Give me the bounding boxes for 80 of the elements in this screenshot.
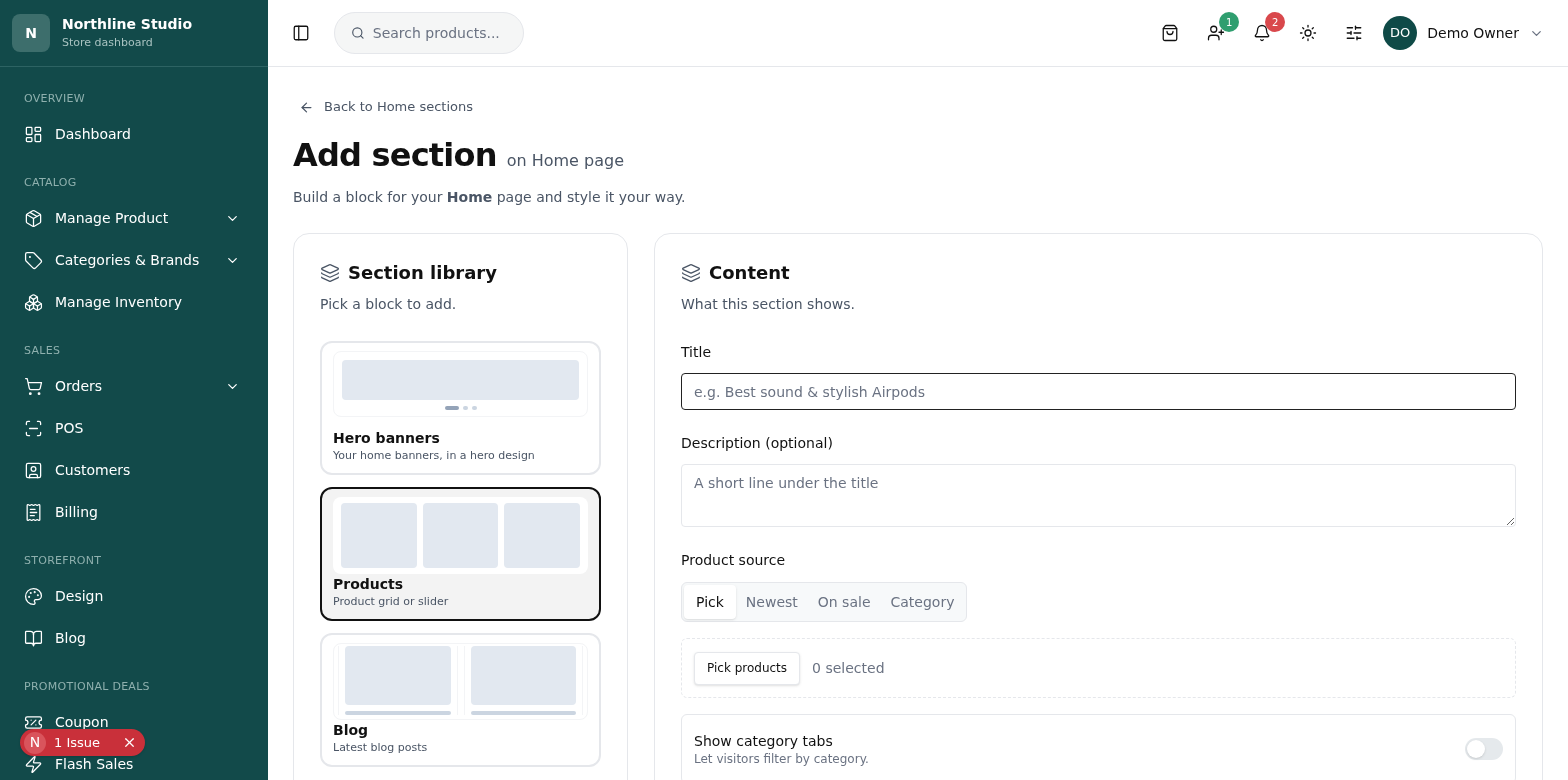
notifications-icon[interactable] xyxy=(1253,24,1272,42)
section-heading: PROMOTIONAL DEALS xyxy=(24,679,151,695)
box-icon xyxy=(24,208,43,228)
issue-label: 1 Issue xyxy=(54,733,101,752)
dashboard-icon xyxy=(24,124,43,144)
nav-item[interactable]: Dashboard xyxy=(24,113,244,155)
brand-logo: N xyxy=(12,14,50,52)
user-menu[interactable]: DO Demo Owner xyxy=(1383,16,1544,50)
scan-icon xyxy=(24,418,43,438)
tag-icon xyxy=(24,250,43,270)
nav-item[interactable]: Design xyxy=(24,575,244,617)
close-icon[interactable] xyxy=(122,735,137,750)
search-icon xyxy=(351,25,365,41)
pick-products-button[interactable]: Pick products xyxy=(694,651,801,685)
nav-item[interactable]: Orders xyxy=(24,365,244,407)
user-avatar: DO xyxy=(1383,16,1418,50)
field-label: Product source xyxy=(681,551,787,570)
source-tab[interactable]: Newest xyxy=(735,585,808,619)
cart-icon xyxy=(24,376,43,396)
source-tab[interactable]: Pick xyxy=(684,585,736,619)
section-heading: CATALOG xyxy=(24,175,78,191)
section-heading: SALES xyxy=(24,343,62,359)
toggle-title: Show category tabs xyxy=(694,732,834,751)
layers-icon xyxy=(681,263,701,283)
brand-subtitle: Store dashboard xyxy=(62,35,154,52)
field-label: Description (optional) xyxy=(681,434,834,453)
card-hint: Pick a block to add. xyxy=(320,295,458,314)
count-badge: 1 xyxy=(1219,12,1240,32)
nav-item[interactable]: Categories & Brands xyxy=(24,239,244,281)
card-hint: What this section shows. xyxy=(681,295,857,314)
source-tab[interactable]: On sale xyxy=(807,585,881,619)
block-description: Your home banners, in a hero design xyxy=(333,448,536,464)
settings-icon[interactable] xyxy=(1345,24,1364,42)
search-input[interactable]: Search products... xyxy=(372,22,507,44)
section-block-option[interactable]: Hero banners Your home banners, in a hero design xyxy=(320,341,601,475)
section-block-option[interactable]: Products Product grid or slider xyxy=(320,487,601,621)
toggle-description: Let visitors filter by category. xyxy=(694,751,870,767)
brand-name: Northline Studio xyxy=(62,15,192,35)
sun-icon[interactable] xyxy=(1299,24,1318,42)
section-block-option[interactable]: Blog Latest blog posts xyxy=(320,633,601,767)
block-title: Blog xyxy=(333,721,370,740)
nav-item[interactable]: Blog xyxy=(24,617,244,659)
book-icon xyxy=(24,628,43,648)
toggle-switch[interactable] xyxy=(1465,738,1503,760)
nav-item[interactable]: POS xyxy=(24,407,244,449)
boxes-icon xyxy=(24,292,43,312)
sidebar-toggle-icon[interactable] xyxy=(292,24,310,42)
nav-item[interactable]: Manage Product xyxy=(24,197,244,239)
card-title: Section library xyxy=(348,261,497,285)
title-field[interactable]: e.g. Best sound & stylish Airpods xyxy=(681,373,1516,410)
block-title: Products xyxy=(333,575,405,594)
nav-item[interactable]: Billing xyxy=(24,491,244,533)
receipt-icon xyxy=(24,502,43,522)
back-link[interactable]: Back to Home sections xyxy=(299,99,1543,115)
block-description: Product grid or slider xyxy=(333,594,450,610)
shopping-bag-icon[interactable] xyxy=(1161,24,1180,42)
field-label: Title xyxy=(681,343,712,362)
issue-logo: N xyxy=(24,731,46,754)
description-field[interactable]: A short line under the title xyxy=(681,464,1516,527)
source-tab[interactable]: Category xyxy=(880,585,965,619)
layers-icon xyxy=(320,263,340,283)
card-title: Content xyxy=(709,261,790,285)
page-title-suffix: on Home page xyxy=(506,150,624,172)
contact-card-icon xyxy=(24,460,43,480)
selected-count: 0 selected xyxy=(812,658,885,678)
page-subtitle: Build a block for your Home page and style it your way. xyxy=(293,188,687,207)
block-description: Latest blog posts xyxy=(333,740,429,756)
user-name: Demo Owner xyxy=(1427,23,1519,43)
section-heading: OVERVIEW xyxy=(24,91,86,107)
page-title: Add section xyxy=(293,135,497,175)
issue-toast[interactable]: N 1 Issue xyxy=(20,729,145,756)
nav-item[interactable]: Customers xyxy=(24,449,244,491)
user-plus-icon[interactable] xyxy=(1207,24,1226,42)
nav-item[interactable]: Manage Inventory xyxy=(24,281,244,323)
count-badge: 2 xyxy=(1265,12,1286,32)
search-field[interactable]: Search products... xyxy=(334,12,524,54)
block-title: Hero banners xyxy=(333,429,441,448)
section-heading: STOREFRONT xyxy=(24,553,103,569)
lightning-icon xyxy=(24,754,43,774)
palette-icon xyxy=(24,586,43,606)
